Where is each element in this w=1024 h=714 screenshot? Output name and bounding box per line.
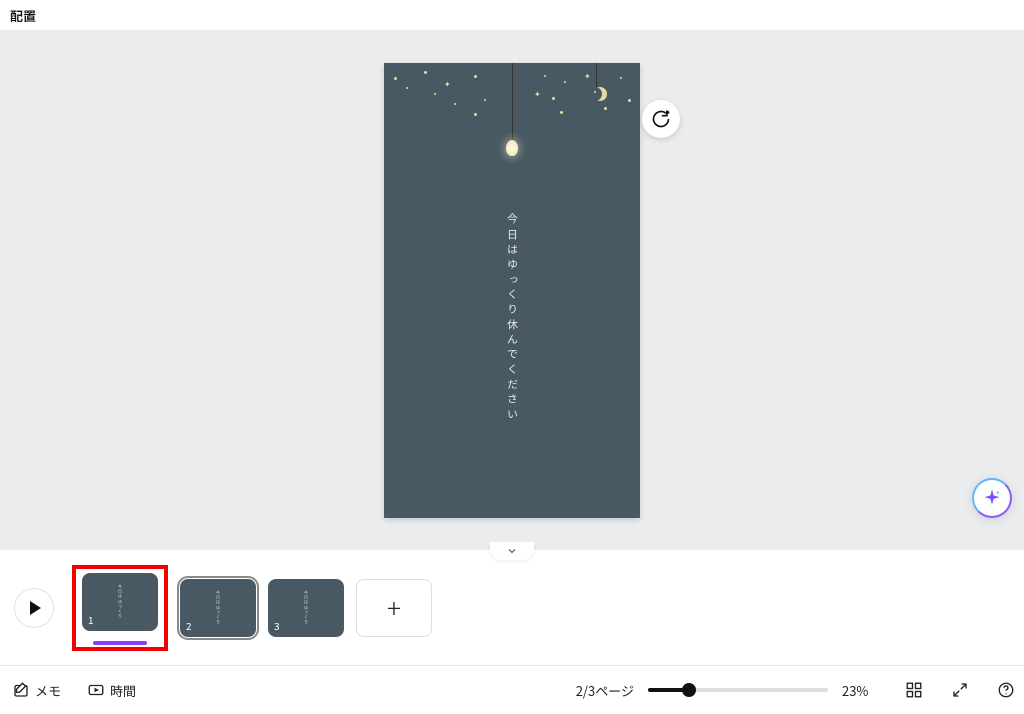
chevron-down-icon — [506, 545, 518, 557]
duration-label: 時間 — [110, 681, 136, 700]
zoom-percent-label[interactable]: 23% — [842, 681, 884, 700]
notes-icon — [12, 681, 30, 699]
refresh-plus-icon — [651, 109, 671, 129]
play-button[interactable] — [14, 588, 54, 628]
plus-icon: + — [387, 589, 401, 626]
thumbnails-strip: 今日はゆっくり 1 今日はゆっくり 2 今日はゆっくり 3 + — [0, 550, 1024, 666]
thumbnail-highlight-box: 今日はゆっくり 1 — [72, 565, 168, 651]
thumbnail-number: 1 — [88, 612, 94, 627]
bottom-bar: メモ 時間 2/3ページ 23% — [0, 666, 1024, 714]
moon-string — [596, 63, 597, 87]
help-button[interactable] — [990, 674, 1022, 706]
fullscreen-button[interactable] — [944, 674, 976, 706]
magic-button[interactable] — [972, 478, 1012, 518]
notes-button[interactable]: メモ — [6, 675, 67, 706]
add-page-button[interactable]: + — [356, 579, 432, 637]
page-indicator[interactable]: 2/3ページ — [576, 681, 634, 700]
thumbnail-3[interactable]: 今日はゆっくり 3 — [268, 579, 344, 637]
collapse-panel-toggle[interactable] — [490, 542, 534, 560]
zoom-slider-knob[interactable] — [682, 683, 696, 697]
duration-icon — [87, 681, 105, 699]
thumbnail-1[interactable]: 今日はゆっくり 1 — [82, 573, 158, 631]
thumbnail-number: 3 — [274, 618, 280, 633]
help-icon — [997, 681, 1015, 699]
thumbnail-duration-bar[interactable] — [93, 641, 147, 645]
thumbnail-2[interactable]: 今日はゆっくり 2 — [180, 579, 256, 637]
bulb-string — [512, 63, 513, 143]
tool-position-label[interactable]: 配置 — [10, 6, 36, 25]
play-icon — [30, 601, 41, 615]
grid-view-icon — [905, 681, 923, 699]
thumbnail-number: 2 — [186, 618, 192, 633]
page-canvas[interactable]: ✦ ✦ ✦ 今日はゆっくり休んでください — [384, 63, 640, 518]
grid-view-button[interactable] — [898, 674, 930, 706]
canvas-main-text[interactable]: 今日はゆっくり休んでください — [507, 213, 518, 423]
bulb-icon — [506, 140, 518, 156]
moon-icon — [593, 87, 607, 101]
canvas-area: ✦ ✦ ✦ 今日はゆっくり休んでください — [0, 30, 1024, 550]
duration-button[interactable]: 時間 — [81, 675, 142, 706]
fullscreen-icon — [951, 681, 969, 699]
sparkle-icon — [982, 488, 1002, 508]
zoom-slider[interactable] — [648, 688, 828, 692]
notes-label: メモ — [35, 681, 61, 700]
refresh-button[interactable] — [642, 100, 680, 138]
